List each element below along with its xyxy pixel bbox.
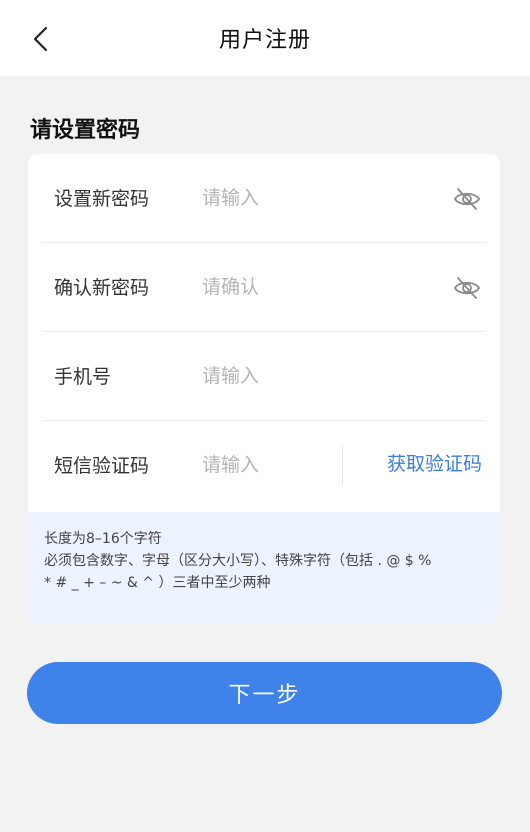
top-bar: 用户注册 — [0, 0, 530, 76]
new-password-input[interactable] — [202, 180, 412, 216]
sms-code-row: 短信验证码 获取验证码 — [28, 421, 500, 510]
hint-line: * # _ + – ~ & ^ ）三者中至少两种 — [44, 575, 271, 591]
eye-off-icon — [453, 277, 481, 299]
phone-input[interactable] — [202, 358, 412, 394]
confirm-password-label: 确认新密码 — [54, 277, 150, 299]
new-password-row: 设置新密码 — [28, 154, 500, 243]
confirm-visibility-toggle[interactable] — [452, 275, 482, 301]
hint-line: 长度为8–16个字符 — [44, 531, 162, 547]
confirm-password-input[interactable] — [202, 269, 412, 305]
get-code-button[interactable]: 获取验证码 — [387, 449, 482, 476]
form-card: 设置新密码 确认新密码 手机号 短信验证码 — [28, 154, 500, 624]
hint-line: 必须包含数字、字母（区分大小写）、特殊字符（包括 . @ $ % — [44, 553, 432, 569]
eye-off-icon — [453, 188, 481, 210]
sms-code-input[interactable] — [202, 447, 332, 483]
password-visibility-toggle[interactable] — [452, 186, 482, 212]
new-password-label: 设置新密码 — [54, 188, 150, 210]
sms-code-label: 短信验证码 — [54, 455, 150, 477]
phone-label: 手机号 — [54, 366, 112, 388]
section-title: 请设置密码 — [30, 118, 141, 143]
next-button[interactable]: 下一步 — [27, 662, 502, 724]
phone-row: 手机号 — [28, 332, 500, 421]
vertical-divider — [342, 445, 343, 485]
password-hint: 长度为8–16个字符 必须包含数字、字母（区分大小写）、特殊字符（包括 . @ … — [28, 512, 500, 624]
confirm-password-row: 确认新密码 — [28, 243, 500, 332]
page-title: 用户注册 — [218, 28, 311, 53]
